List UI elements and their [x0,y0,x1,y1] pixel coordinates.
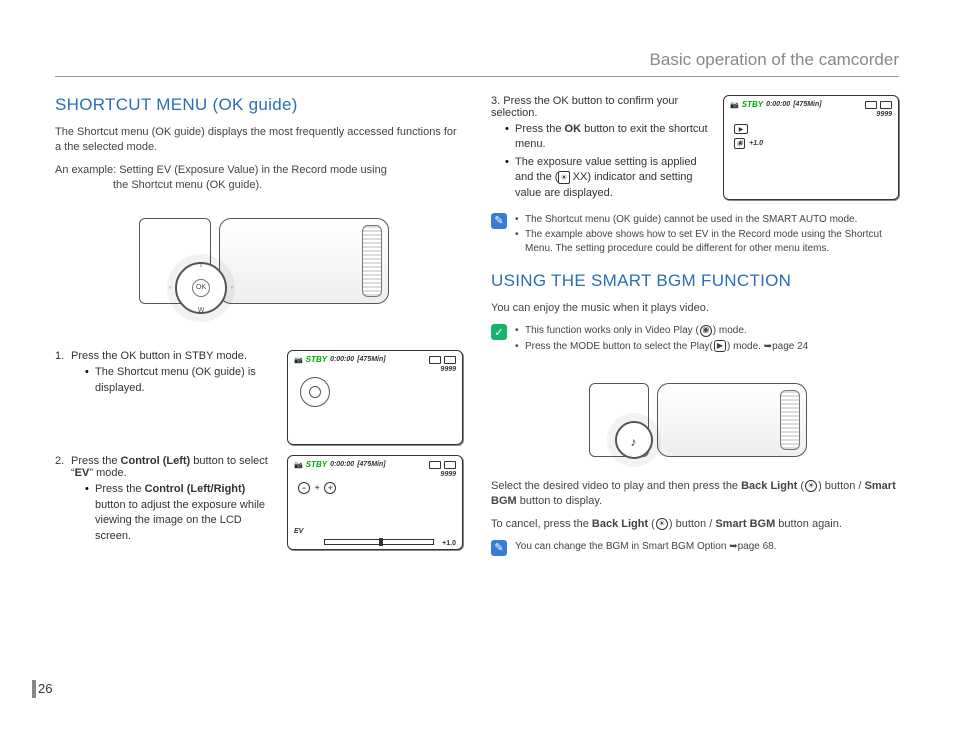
ev-plus-icon: + [324,482,336,494]
card-icon [865,101,877,109]
dpad-icon [300,377,330,407]
counter: 9999 [730,111,892,118]
section-title-shortcut: SHORTCUT MENU (OK guide) [55,95,463,115]
step-3: 3. Press the OK button to confirm your s… [491,95,899,203]
note2-item2: Press the MODE button to select the Play… [515,340,899,354]
play-mode-icon: ▶ [714,340,726,352]
ev-label: EV [294,528,303,535]
ev-indicator-icon: ☀ [558,171,569,184]
steps-list: Press the OK button in STBY mode. The Sh… [55,350,463,550]
backlight-icon: ☀ [656,518,668,530]
cam-icon: 📷 [294,356,303,364]
ev-sun-icon: ☀ [314,484,320,492]
note-box-1: ✎ The Shortcut menu (OK guide) cannot be… [491,213,899,258]
step-2: Press the Control (Left) button to selec… [55,455,463,550]
resolution: [475Min] [357,356,385,363]
cam-icon: 📷 [294,461,303,469]
counter: 9999 [294,366,456,373]
bgm-para-1: Select the desired video to play and the… [491,479,899,509]
joywheel-t: T [199,262,203,269]
note3-text: You can change the BGM in Smart BGM Opti… [515,540,777,554]
stby-label: STBY [306,355,327,364]
resolution: [475Min] [793,101,821,108]
intro-text: The Shortcut menu (OK guide) displays th… [55,125,463,155]
joywheel-left: ◦ [169,285,171,292]
joywheel-w: W [198,307,205,314]
timecode: 0:00:00 [766,101,790,108]
example-line2: the Shortcut menu (OK guide). [55,178,463,193]
page-header: Basic operation of the camcorder [55,50,899,77]
timecode: 0:00:00 [330,356,354,363]
backlight-icon: ☀ [805,480,817,492]
ev-sun-icon: ☀ [734,138,745,149]
counter: 9999 [294,471,456,478]
example-text: An example: Setting EV (Exposure Value) … [55,163,463,193]
card-icon [429,356,441,364]
bgm-para-2: To cancel, press the Back Light (☀) butt… [491,517,899,532]
step3-number: 3. [491,95,500,107]
camcorder-figure: T W ◦ ◦ [119,198,399,338]
card-icon [429,461,441,469]
step-1: Press the OK button in STBY mode. The Sh… [55,350,463,445]
joywheel-right: ◦ [231,285,233,292]
step2-bullet1: Press the Control (Left/Right) button to… [85,482,277,544]
page-bar [32,680,36,698]
note-box-2: ✓ This function works only in Video Play… [491,324,899,355]
play-icon: ▶ [734,124,748,134]
camcorder-figure-2: ♪ [575,369,815,469]
joywheel-icon: T W ◦ ◦ [175,262,227,314]
camcorder-body-shape [657,383,807,457]
battery-icon [880,101,892,109]
note1-item2: The example above shows how to set EV in… [515,228,899,255]
page-title: Basic operation of the camcorder [650,50,899,69]
page-number: 26 [38,681,52,696]
page-ref: ➥page 24 [764,341,809,352]
note-icon: ✎ [491,540,507,556]
cam-icon: 📷 [730,101,739,109]
lcd-screenshot-1: 📷 STBY 0:00:00 [475Min] 9999 [287,350,463,445]
step2-text: Press the Control (Left) button to selec… [71,455,268,479]
step3-bullet2: The exposure value setting is applied an… [505,155,713,201]
camcorder-body-shape [219,218,389,304]
step1-text: Press the OK button in STBY mode. [71,350,247,362]
timecode: 0:00:00 [330,461,354,468]
note-icon: ✎ [491,213,507,229]
check-icon: ✓ [491,324,507,340]
left-column: SHORTCUT MENU (OK guide) The Shortcut me… [55,95,463,575]
music-icon: ♪ [630,435,636,449]
example-line1: An example: Setting EV (Exposure Value) … [55,164,387,176]
ev-readout-value: +1.0 [749,140,763,147]
note1-item1: The Shortcut menu (OK guide) cannot be u… [515,213,899,227]
step3-text: Press the OK button to confirm your sele… [491,95,678,119]
right-column: 3. Press the OK button to confirm your s… [491,95,899,575]
stby-label: STBY [742,100,763,109]
note2-item1: This function works only in Video Play (… [515,324,899,338]
section-title-bgm: USING THE SMART BGM FUNCTION [491,271,899,291]
bgm-intro: You can enjoy the music when it plays vi… [491,301,899,316]
battery-icon [444,356,456,364]
ev-value: +1.0 [442,540,456,547]
battery-icon [444,461,456,469]
step1-bullet1: The Shortcut menu (OK guide) is displaye… [85,365,277,396]
ev-bar [324,539,434,545]
step3-bullet1: Press the OK button to exit the shortcut… [505,122,713,153]
lcd-screenshot-3: 📷 STBY 0:00:00 [475Min] 9999 ▶ ☀ +1.0 [723,95,899,200]
resolution: [475Min] [357,461,385,468]
video-play-icon: ◉ [700,325,712,337]
note-box-3: ✎ You can change the BGM in Smart BGM Op… [491,540,899,562]
lcd-screenshot-2: 📷 STBY 0:00:00 [475Min] 9999 − ☀ [287,455,463,550]
stby-label: STBY [306,460,327,469]
ev-minus-icon: − [298,482,310,494]
